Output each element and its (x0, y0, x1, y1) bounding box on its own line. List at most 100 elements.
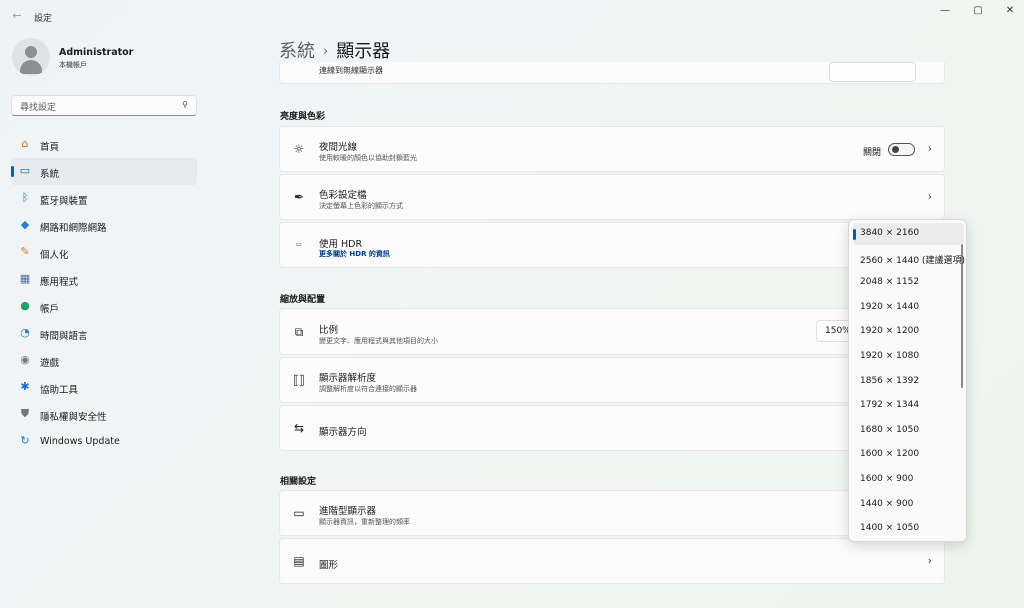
sidebar-nav: ⌂ 首頁 ▭ 系統 ᛒ 藍牙與裝置 ◆ 網路和網際網路 ✎ 個人化 ▦ 應用程式 ● 帳戶 ◔ 時間與語言 ◉ 遊… (11, 131, 197, 455)
section-related: 相關設定 (280, 477, 317, 487)
wifi-icon: ◆ (20, 218, 30, 231)
sidebar-item-label: 帳戶 (40, 304, 60, 315)
sidebar-item[interactable]: ✱ 協助工具 (11, 374, 197, 401)
resolution-option[interactable]: 1440 × 900 (853, 494, 964, 516)
sidebar-item-label: 網路和網際網路 (40, 223, 107, 234)
resolution-subtitle: 調整解析度以符合連接的顯示器 (319, 385, 417, 393)
search-placeholder: 尋找設定 (20, 103, 57, 113)
breadcrumb-parent[interactable]: 系統 (279, 41, 315, 62)
back-arrow-icon[interactable]: ← (10, 9, 24, 23)
breadcrumb: 系統 › 顯示器 (279, 37, 390, 63)
resolution-option-label: 1856 × 1392 (860, 375, 920, 386)
page-title: 顯示器 (336, 41, 391, 62)
maximize-button[interactable]: ▢ (969, 4, 987, 18)
home-icon: ⌂ (21, 137, 29, 150)
resolution-option-label: 1600 × 900 (860, 474, 914, 484)
close-button[interactable]: ✕ (1001, 4, 1019, 18)
advanced-display-card[interactable]: ▭ 進階型顯示器 顯示器資訊，重新整理的頻率 (279, 490, 945, 536)
chevron-right-icon: › (927, 142, 932, 155)
sidebar-item[interactable]: ● 帳戶 (11, 293, 197, 320)
user-profile[interactable]: Administrator 本機帳戶 (12, 38, 212, 78)
sidebar-item[interactable]: ✎ 個人化 (11, 239, 197, 266)
sidebar-item[interactable]: ◉ 遊戲 (11, 347, 197, 374)
chevron-right-icon: › (927, 554, 932, 567)
sidebar-item[interactable]: ⌂ 首頁 (11, 131, 197, 158)
resolution-option[interactable]: 1680 × 1050 (853, 420, 964, 442)
night-light-card[interactable]: ☼ 夜間光線 使用較暖的顏色以協助封鎖藍光 關閉 › (279, 126, 945, 172)
advanced-display-title: 進階型顯示器 (319, 506, 377, 517)
hdr-title: 使用 HDR (319, 239, 363, 250)
advanced-display-subtitle: 顯示器資訊，重新整理的頻率 (319, 518, 410, 526)
hdr-info-link[interactable]: 更多關於 HDR 的資訊 (319, 249, 390, 259)
shield-icon: ⛊ (20, 407, 30, 420)
sidebar-item[interactable]: ᛒ 藍牙與裝置 (11, 185, 197, 212)
active-indicator (11, 166, 14, 177)
sidebar-item-label: 系統 (40, 169, 60, 180)
search-input[interactable]: 尋找設定 ⚲ (11, 95, 197, 116)
resolution-dropdown[interactable]: 3840 × 2160 2560 × 1440 (建議選項) 2048 × 1152… (848, 219, 967, 542)
resolution-option-label: 1920 × 1080 (860, 351, 920, 361)
graphics-icon: ▤ (293, 554, 305, 568)
update-icon: ↻ (20, 434, 30, 447)
orientation-icon: ⇆ (293, 421, 305, 435)
resolution-option[interactable]: 3840 × 2160 (853, 223, 964, 245)
resolution-option[interactable]: 1792 × 1344 (853, 395, 964, 417)
scale-icon: ⧉ (294, 325, 304, 339)
resolution-option-label: 1792 × 1344 (860, 400, 920, 411)
section-scale-layout: 縮放與配置 (280, 295, 326, 305)
sidebar-item[interactable]: ◆ 網路和網際網路 (11, 212, 197, 239)
minimize-button[interactable]: — (936, 4, 954, 18)
main-content: 連線到無線顯示器 亮度與色彩 ☼ 夜間光線 使用較暖的顏色以協助封鎖藍光 關閉 … (279, 62, 945, 608)
sidebar-item[interactable]: ◔ 時間與語言 (11, 320, 197, 347)
resolution-option[interactable]: 1920 × 1440 (853, 297, 964, 319)
title-bar: ← 設定 — ▢ ✕ (0, 0, 1024, 32)
night-light-state: 關閉 (862, 148, 881, 158)
wireless-display-card[interactable]: 連線到無線顯示器 (279, 62, 945, 84)
system-icon: ▭ (19, 164, 31, 177)
app-title: 設定 (34, 14, 53, 24)
account-type: 本機帳戶 (59, 61, 87, 69)
sidebar-item-label: 時間與語言 (40, 331, 88, 342)
resolution-option-label: 1600 × 1200 (860, 449, 920, 460)
night-light-subtitle: 使用較暖的顏色以協助封鎖藍光 (319, 154, 417, 162)
sidebar-item[interactable]: ▭ 系統 (11, 158, 197, 185)
graphics-card[interactable]: ▤ 圖形 › (279, 538, 945, 584)
sidebar-item[interactable]: ⛊ 隱私權與安全性 (11, 401, 197, 428)
resolution-option-label: 1920 × 1440 (860, 301, 920, 312)
scale-card[interactable]: ⧉ 比例 變更文字、應用程式與其他項目的大小 150% ( (279, 308, 945, 355)
color-profile-card[interactable]: ✒ 色彩設定檔 決定螢幕上色彩的顯示方式 › (279, 174, 945, 220)
apps-icon: ▦ (19, 272, 31, 285)
resolution-option[interactable]: 1600 × 1200 (853, 444, 964, 466)
sidebar-item-label: 協助工具 (40, 385, 79, 396)
night-light-toggle[interactable] (888, 143, 915, 156)
pen-icon: ✒ (293, 190, 305, 204)
orientation-title: 顯示器方向 (319, 427, 367, 438)
breadcrumb-separator: › (323, 44, 329, 59)
resolution-card[interactable]: ⟦⟧ 顯示器解析度 調整解析度以符合連接的顯示器 (279, 357, 945, 403)
connect-button[interactable] (829, 62, 916, 82)
resolution-option[interactable]: 1856 × 1392 (853, 371, 964, 393)
search-icon: ⚲ (182, 100, 188, 109)
resolution-option-label: 1400 × 1050 (860, 523, 920, 534)
sidebar-item-label: 首頁 (40, 142, 60, 153)
sidebar-item-label: 個人化 (40, 250, 69, 261)
resolution-option[interactable]: 2560 × 1440 (建議選項) (853, 248, 965, 270)
resolution-option-label: 1440 × 900 (860, 498, 914, 509)
resolution-option-label: 1920 × 1200 (860, 326, 920, 337)
chevron-right-icon: › (927, 190, 932, 203)
sidebar-item[interactable]: ↻ Windows Update (11, 428, 197, 455)
resolution-option[interactable]: 1920 × 1080 (853, 346, 964, 368)
resolution-option[interactable]: 1400 × 1050 (853, 518, 964, 540)
sidebar-item[interactable]: ▦ 應用程式 (11, 266, 197, 293)
resolution-option[interactable]: 1920 × 1200 (853, 321, 964, 343)
scale-subtitle: 變更文字、應用程式與其他項目的大小 (319, 337, 438, 345)
orientation-card[interactable]: ⇆ 顯示器方向 (279, 405, 945, 451)
hdr-card[interactable]: ▭ 使用 HDR 更多關於 HDR 的資訊 (279, 222, 945, 268)
color-profile-subtitle: 決定螢幕上色彩的顯示方式 (319, 202, 403, 210)
selected-indicator (853, 229, 856, 240)
account-icon: ● (20, 299, 30, 312)
resolution-option[interactable]: 2048 × 1152 (853, 272, 964, 294)
scale-title: 比例 (319, 325, 339, 336)
sidebar-item-label: 應用程式 (40, 277, 79, 288)
resolution-option[interactable]: 1600 × 900 (853, 469, 964, 491)
